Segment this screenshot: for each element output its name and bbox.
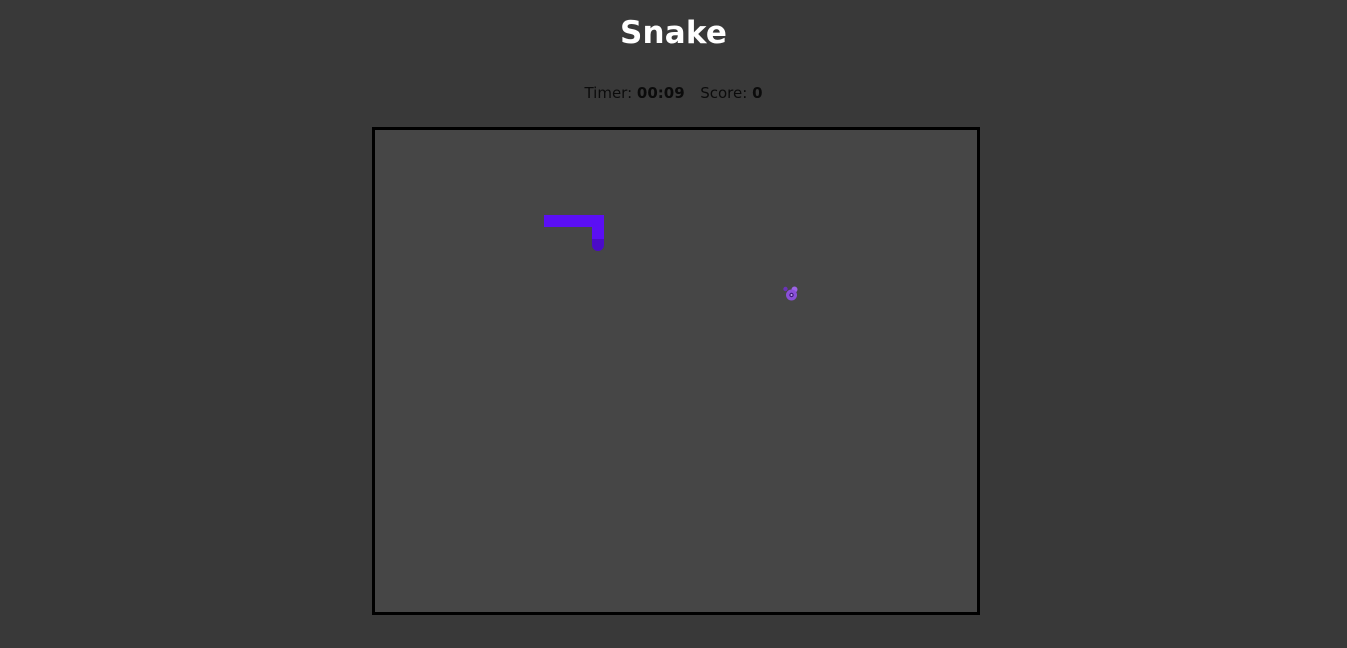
snake-head bbox=[592, 239, 604, 251]
timer-value: 00:09 bbox=[636, 84, 685, 102]
stats-bar: Timer: 00:09 Score: 0 bbox=[0, 83, 1347, 103]
score-label: Score: bbox=[700, 84, 748, 102]
donut-icon bbox=[783, 286, 798, 301]
snake-body-segment bbox=[592, 215, 604, 239]
score-value: 0 bbox=[752, 84, 763, 102]
page-title: Snake bbox=[619, 15, 728, 51]
game-board[interactable] bbox=[372, 127, 980, 615]
timer-label: Timer: bbox=[584, 84, 633, 102]
